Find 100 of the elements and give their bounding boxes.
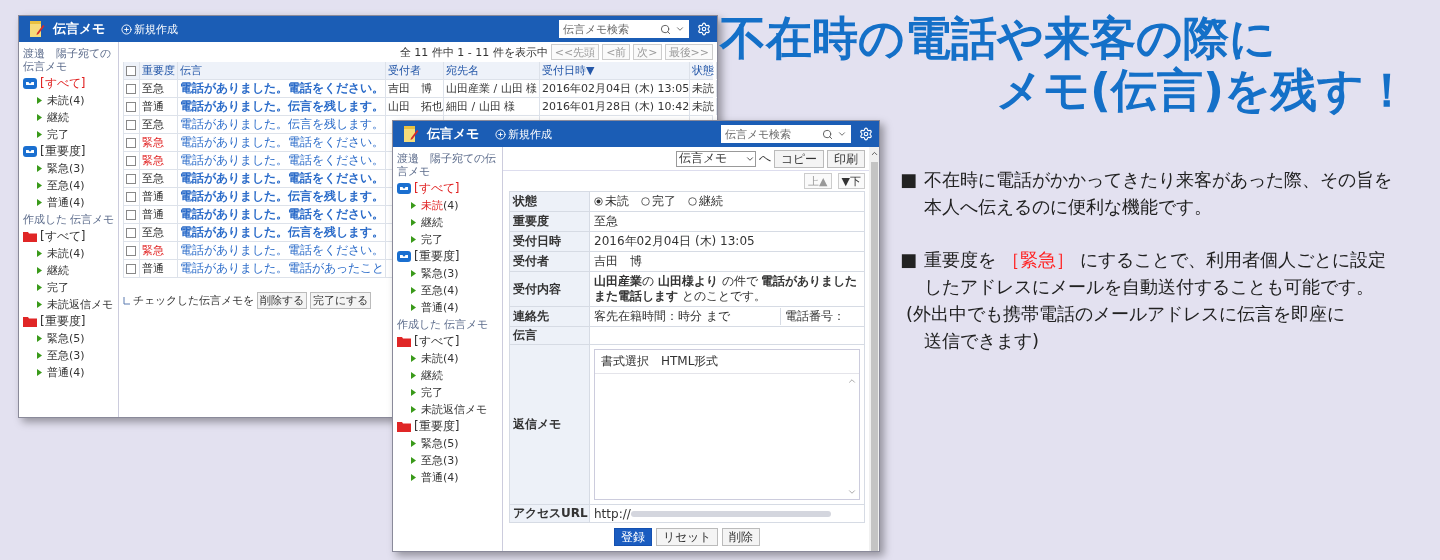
settings-icon[interactable] — [697, 22, 711, 36]
sidebar-item[interactable]: 完了 — [397, 231, 500, 248]
sidebar-item[interactable]: 完了 — [23, 279, 116, 296]
sidebar-item[interactable]: 至急(4) — [23, 177, 116, 194]
checkbox[interactable] — [126, 155, 136, 166]
checkbox[interactable] — [126, 173, 136, 184]
action-button[interactable]: 完了にする — [310, 292, 371, 309]
search-icon[interactable] — [660, 23, 671, 35]
message-link[interactable]: 電話がありました。伝言を残します。 — [178, 188, 386, 205]
inbox-icon — [23, 78, 37, 89]
scroll-down-icon[interactable] — [847, 487, 857, 497]
toolbar-button[interactable]: コピー — [774, 149, 824, 168]
sidebar-item[interactable]: 緊急(5) — [23, 330, 116, 347]
new-link[interactable]: 新規作成 — [495, 126, 552, 142]
bullet-text: ■ 不在時に電話がかかってきたり来客があった際、その旨を 本人へ伝えるのに便利な機能です。 — [900, 168, 1393, 219]
sidebar-item[interactable]: 普通(4) — [23, 364, 116, 381]
sidebar-item[interactable]: [すべて] — [397, 180, 500, 197]
form-button[interactable]: リセット — [656, 528, 718, 546]
checkbox[interactable] — [126, 65, 136, 76]
message-link[interactable]: 電話がありました。伝言を残します。 — [178, 116, 386, 133]
radio-option[interactable]: 継続 — [688, 193, 723, 210]
sidebar-item[interactable]: 未読(4) — [23, 92, 116, 109]
sidebar-item[interactable]: 未読返信メモ — [23, 296, 116, 313]
message-link[interactable]: 電話がありました。電話をください。 — [178, 134, 386, 151]
message-link[interactable]: 電話がありました。電話をください。 — [178, 242, 386, 259]
sidebar-item[interactable]: [重要度] — [23, 143, 116, 160]
column-header[interactable]: 伝言 — [178, 62, 386, 79]
column-header[interactable]: 状態 — [690, 62, 717, 79]
sidebar-item[interactable]: 未読(4) — [397, 350, 500, 367]
triangle-icon — [37, 182, 42, 189]
search-field[interactable]: 伝言メモ検索 — [721, 125, 851, 143]
action-button[interactable]: 削除する — [257, 292, 307, 309]
folder-icon — [23, 231, 37, 242]
checkbox[interactable] — [126, 263, 136, 274]
sidebar-item[interactable]: 継続 — [397, 214, 500, 231]
checkbox[interactable] — [126, 137, 136, 148]
checkbox[interactable] — [126, 245, 136, 256]
sidebar-item[interactable]: 未読(4) — [397, 197, 500, 214]
column-header[interactable]: 受付者 — [386, 62, 444, 79]
nav-button[interactable]: ▼下 — [837, 173, 865, 189]
sidebar-item[interactable]: 継続 — [23, 262, 116, 279]
sidebar-item[interactable]: 継続 — [397, 367, 500, 384]
scroll-up-icon[interactable] — [869, 149, 879, 158]
memo-editor[interactable]: 書式選択 HTML形式 — [594, 349, 860, 500]
sidebar-item[interactable]: 緊急(3) — [23, 160, 116, 177]
sidebar-item[interactable]: 継続 — [23, 109, 116, 126]
destination-suffix: へ — [759, 150, 771, 167]
form-button[interactable]: 削除 — [722, 528, 760, 546]
column-header[interactable]: 受付日時▼ — [540, 62, 690, 79]
sidebar-item[interactable]: 至急(3) — [397, 452, 500, 469]
checkbox[interactable] — [126, 83, 136, 94]
scrollbar[interactable] — [869, 147, 879, 551]
destination-select[interactable]: 伝言メモ — [676, 150, 756, 167]
triangle-icon — [411, 389, 416, 396]
checkbox[interactable] — [126, 209, 136, 220]
sidebar-item[interactable]: [重要度] — [397, 248, 500, 265]
plus-icon — [121, 23, 132, 35]
sidebar-item[interactable]: 完了 — [397, 384, 500, 401]
sidebar-item[interactable]: 緊急(3) — [397, 265, 500, 282]
message-link[interactable]: 電話がありました。電話をください。 — [178, 80, 386, 97]
sidebar-item[interactable]: [すべて] — [397, 333, 500, 350]
form-button[interactable]: 登録 — [614, 528, 652, 546]
sidebar-item[interactable]: [重要度] — [397, 418, 500, 435]
sidebar-item[interactable]: [重要度] — [23, 313, 116, 330]
message-link[interactable]: 電話がありました。電話をください。 — [178, 152, 386, 169]
sidebar-item[interactable]: 普通(4) — [397, 299, 500, 316]
table-cell: 緊急 — [140, 134, 178, 151]
sidebar-item[interactable]: 緊急(5) — [397, 435, 500, 452]
message-link[interactable]: 電話がありました。伝言を残します。 — [178, 98, 386, 115]
checkbox[interactable] — [126, 191, 136, 202]
sidebar-item[interactable]: 至急(3) — [23, 347, 116, 364]
sidebar-item[interactable]: 普通(4) — [23, 194, 116, 211]
caret-icon[interactable] — [675, 24, 685, 34]
search-field[interactable]: 伝言メモ検索 — [559, 20, 689, 38]
sidebar-item[interactable]: 完了 — [23, 126, 116, 143]
checkbox[interactable] — [126, 101, 136, 112]
message-link[interactable]: 電話がありました。電話があったこと — [178, 260, 386, 277]
caret-icon[interactable] — [837, 129, 847, 139]
column-header[interactable]: 宛先名 — [444, 62, 540, 79]
sidebar-item[interactable]: 未読(4) — [23, 245, 116, 262]
checkbox[interactable] — [126, 119, 136, 130]
sidebar-item[interactable]: [すべて] — [23, 228, 116, 245]
message-link[interactable]: 電話がありました。伝言を残します。 — [178, 224, 386, 241]
radio-option[interactable]: 未読 — [594, 193, 629, 210]
triangle-icon — [411, 372, 416, 379]
triangle-icon — [411, 219, 416, 226]
radio-option[interactable]: 完了 — [641, 193, 676, 210]
sidebar-item[interactable]: 普通(4) — [397, 469, 500, 486]
sidebar-item[interactable]: 未読返信メモ — [397, 401, 500, 418]
settings-icon[interactable] — [859, 127, 873, 141]
message-link[interactable]: 電話がありました。電話をください。 — [178, 206, 386, 223]
toolbar-button[interactable]: 印刷 — [827, 149, 865, 168]
checkbox[interactable] — [126, 227, 136, 238]
search-icon[interactable] — [822, 128, 833, 140]
sidebar-item[interactable]: 至急(4) — [397, 282, 500, 299]
sidebar-item[interactable]: [すべて] — [23, 75, 116, 92]
column-header[interactable]: 重要度 — [140, 62, 178, 79]
message-link[interactable]: 電話がありました。電話をください。 — [178, 170, 386, 187]
new-link[interactable]: 新規作成 — [121, 21, 178, 37]
scroll-up-icon[interactable] — [847, 376, 857, 386]
